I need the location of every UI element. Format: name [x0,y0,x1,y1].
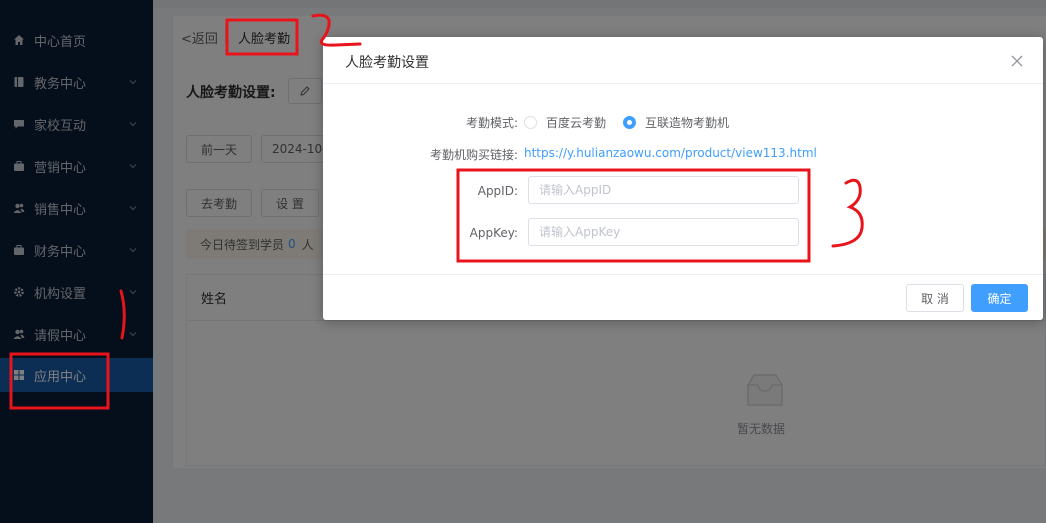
dialog-title: 人脸考勤设置 [345,55,429,71]
dialog-header-divider [323,83,1043,84]
appid-input[interactable] [528,176,799,204]
buy-link-label: 考勤机购买链接: [429,148,518,162]
appkey-label: AppKey: [469,226,518,240]
buy-link[interactable]: https://y.hulianzaowu.com/product/view11… [524,146,817,160]
confirm-button[interactable]: 确定 [971,284,1028,312]
cancel-button[interactable]: 取 消 [906,284,964,312]
close-icon[interactable] [1010,54,1024,68]
dialog-footer-divider [323,274,1043,275]
mode-label: 考勤模式: [465,116,518,130]
radio-hulian[interactable] [623,116,636,129]
radio-baidu[interactable] [524,116,537,129]
appid-label: AppID: [477,184,518,198]
radio-label-baidu[interactable]: 百度云考勤 [546,114,606,131]
appkey-input[interactable] [528,218,799,246]
face-attendance-settings-dialog: 人脸考勤设置 考勤模式: 百度云考勤 互联造物考勤机 考勤机购买链接: http… [323,37,1043,320]
radio-label-hulian[interactable]: 互联造物考勤机 [645,114,729,131]
